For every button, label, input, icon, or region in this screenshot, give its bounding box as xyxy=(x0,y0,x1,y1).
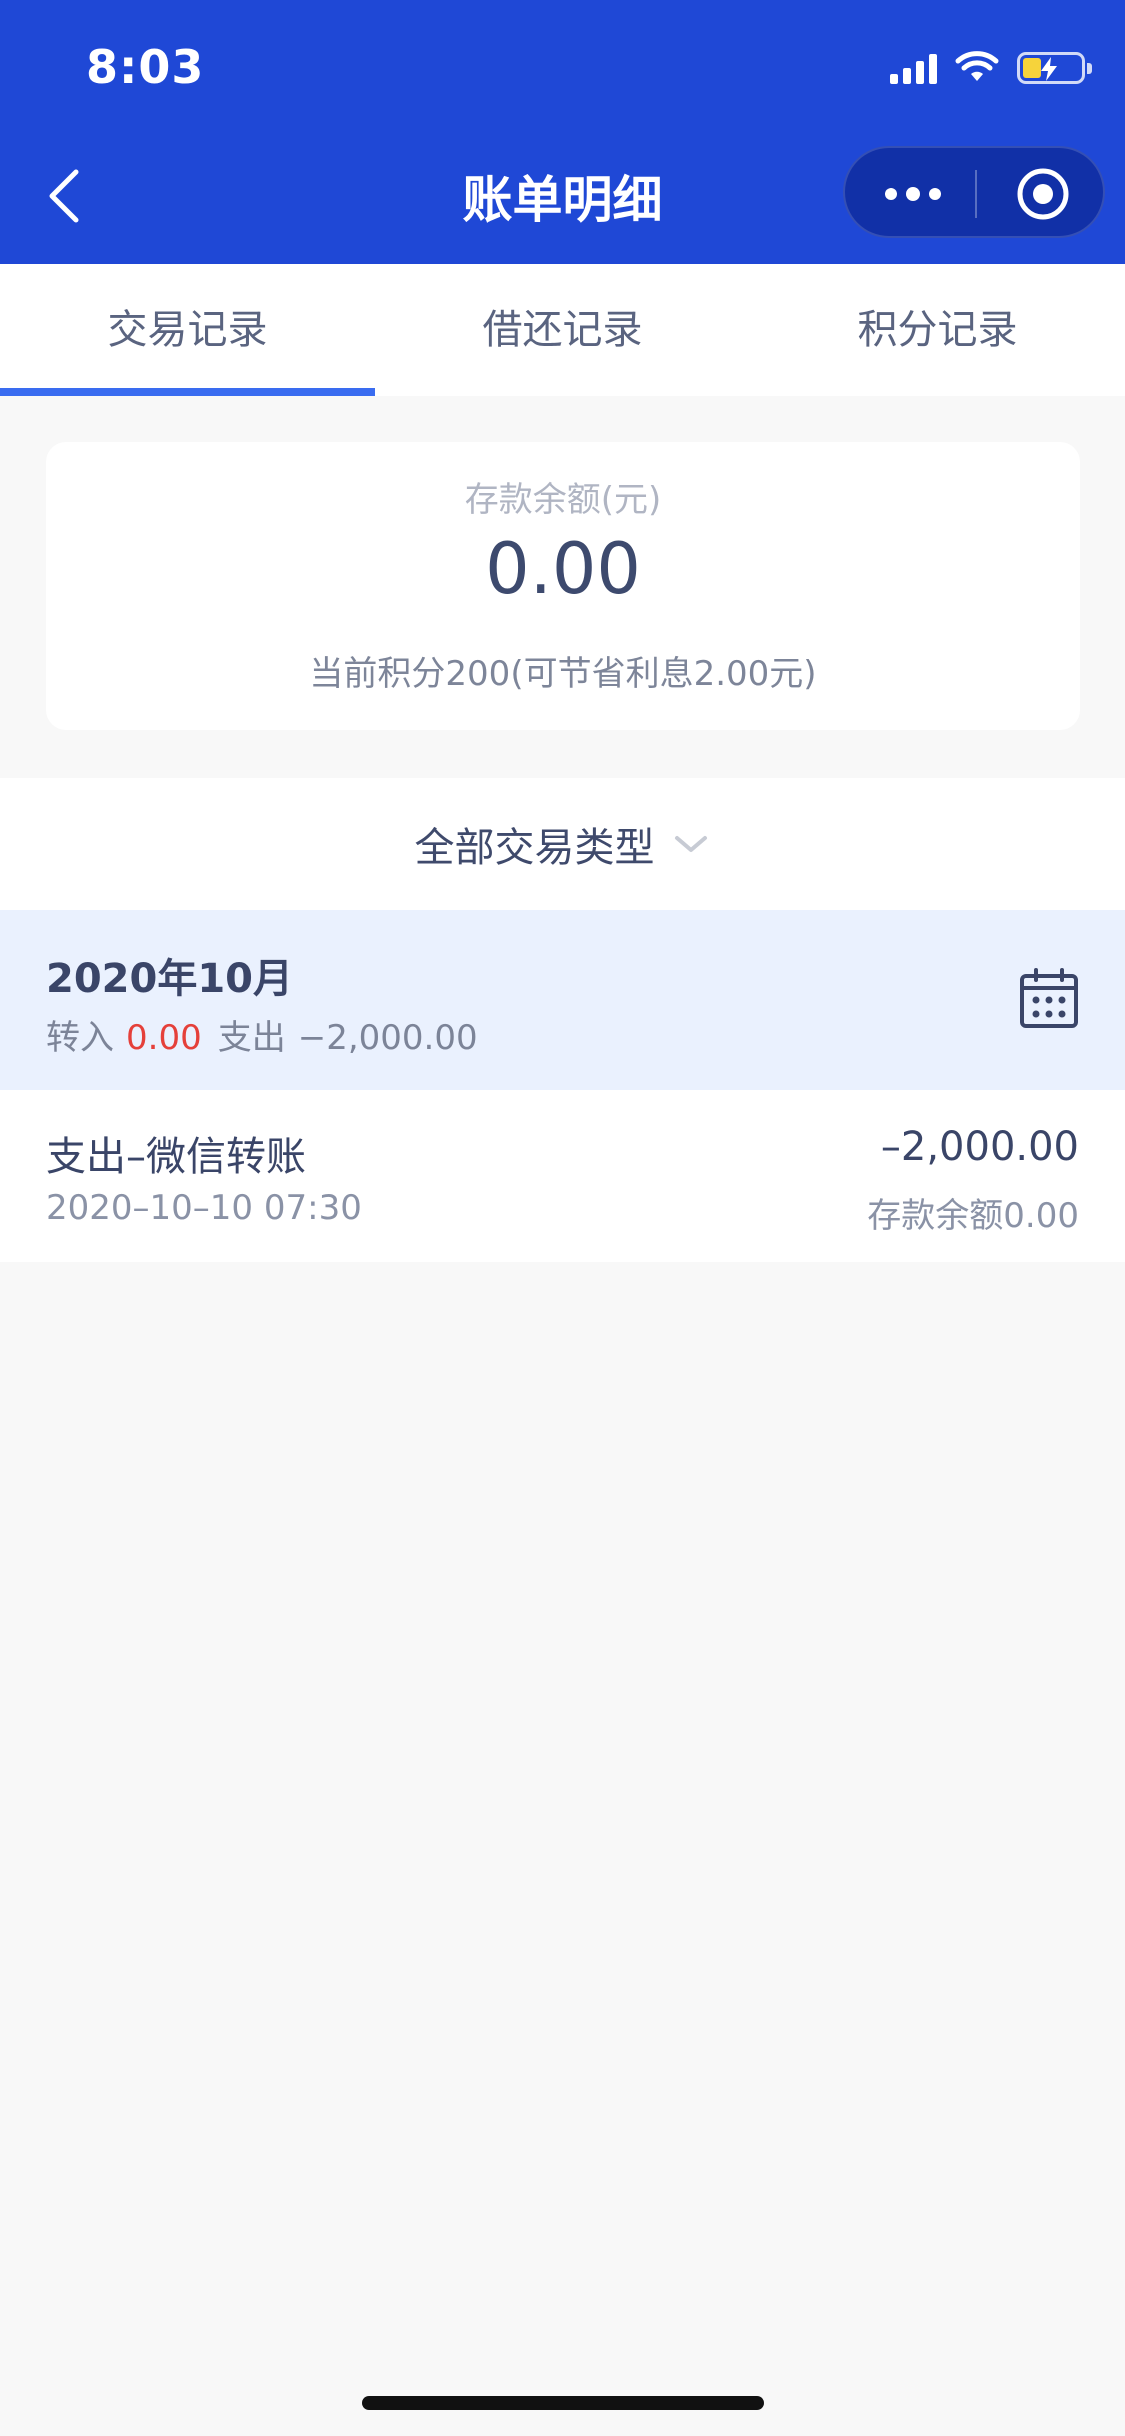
page: 8:03 账单明细 交易记录 借还记录 积分记录 存款余额(元) 0.00 当前… xyxy=(0,0,1125,2436)
more-icon[interactable] xyxy=(883,182,943,206)
expense-value: −2,000.00 xyxy=(297,1018,478,1058)
chevron-down-icon xyxy=(674,836,707,852)
header: 8:03 账单明细 xyxy=(0,0,1125,264)
tab-transactions[interactable]: 交易记录 xyxy=(0,264,375,396)
transaction-type-filter[interactable]: 全部交易类型 xyxy=(0,778,1125,910)
month-summary: 转入 0.00 支出 −2,000.00 xyxy=(46,1010,478,1059)
month-title: 2020年10月 xyxy=(46,956,293,1002)
close-target-icon[interactable] xyxy=(1015,166,1071,222)
transaction-balance: 存款余额0.00 xyxy=(867,1196,1079,1236)
transaction-row[interactable]: 支出–微信转账 2020–10–10 07:30 –2,000.00 存款余额0… xyxy=(0,1090,1125,1262)
balance-card: 存款余额(元) 0.00 当前积分200(可节省利息2.00元) xyxy=(46,442,1080,730)
transaction-title: 支出–微信转账 xyxy=(46,1134,306,1180)
tab-borrow-return[interactable]: 借还记录 xyxy=(375,264,750,396)
points-text: 当前积分200(可节省利息2.00元) xyxy=(309,654,817,694)
transaction-amount: –2,000.00 xyxy=(880,1124,1079,1170)
income-label: 转入 xyxy=(46,1018,114,1058)
income-value: 0.00 xyxy=(126,1018,202,1058)
tab-bar: 交易记录 借还记录 积分记录 xyxy=(0,264,1125,396)
balance-label: 存款余额(元) xyxy=(464,480,662,520)
month-section: 2020年10月 转入 0.00 支出 −2,000.00 xyxy=(0,910,1125,1090)
status-icons xyxy=(890,48,1092,88)
transaction-date: 2020–10–10 07:30 xyxy=(46,1188,362,1228)
status-time: 8:03 xyxy=(86,40,205,94)
tab-points[interactable]: 积分记录 xyxy=(750,264,1125,396)
home-indicator xyxy=(362,2396,764,2410)
filter-label: 全部交易类型 xyxy=(414,825,655,871)
calendar-icon[interactable] xyxy=(1019,968,1079,1030)
capsule-divider xyxy=(975,170,977,218)
expense-label: 支出 xyxy=(217,1018,286,1058)
mini-program-capsule xyxy=(843,146,1105,238)
balance-amount: 0.00 xyxy=(485,528,641,610)
signal-icon xyxy=(890,52,937,84)
battery-icon xyxy=(1017,52,1092,84)
wifi-icon xyxy=(955,51,999,81)
